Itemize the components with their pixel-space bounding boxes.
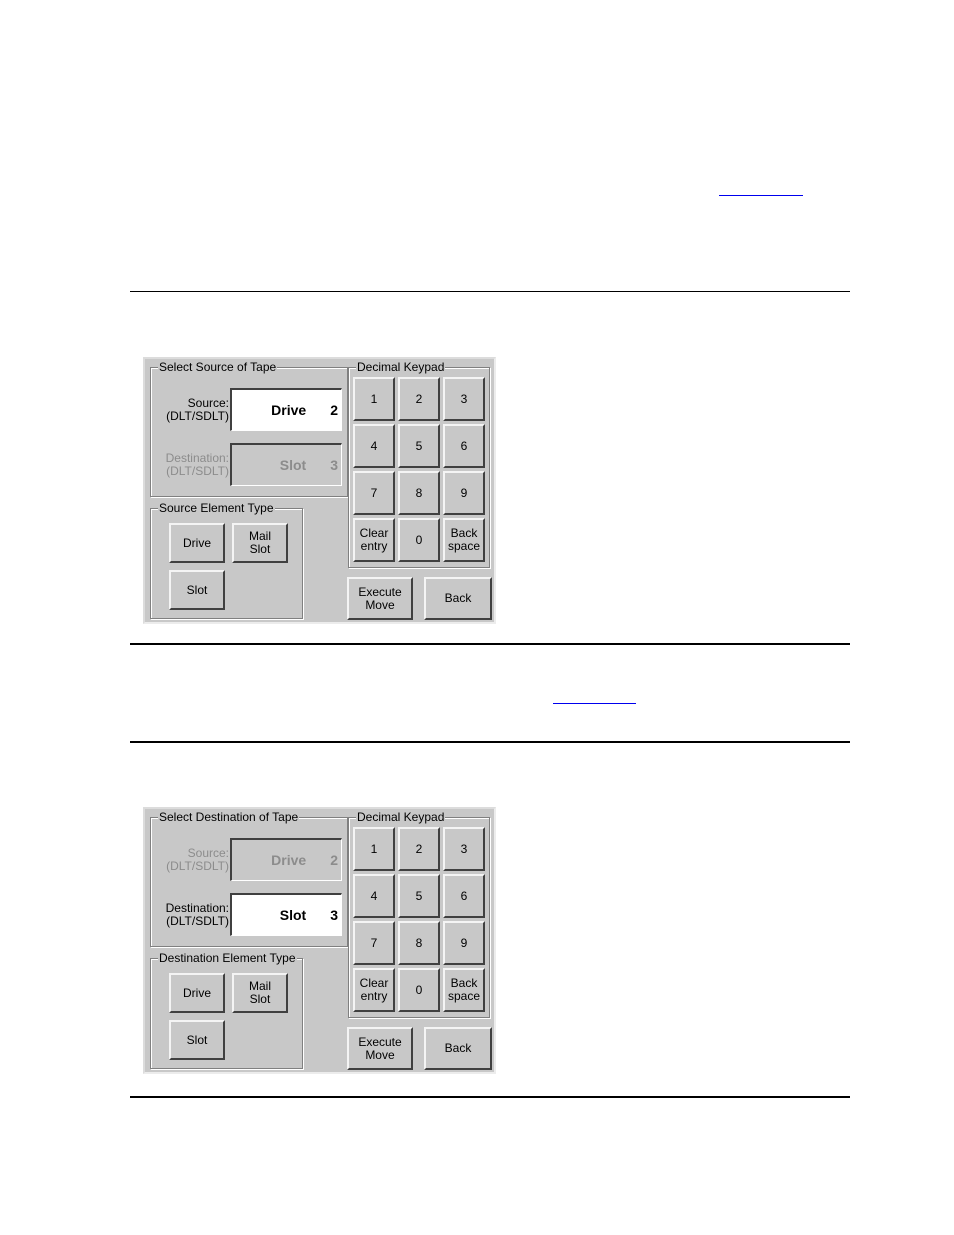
- backspace-button[interactable]: Back space: [443, 968, 485, 1012]
- key-3[interactable]: 3: [443, 827, 485, 871]
- element-type-group: Source Element Type Drive Mail Slot Slot: [150, 501, 303, 619]
- slot-button[interactable]: Slot: [169, 570, 225, 610]
- source-element-number: 2: [330, 402, 338, 418]
- source-field[interactable]: Drive 2: [230, 838, 342, 881]
- decimal-keypad-group: Decimal Keypad 1 2 3 4 5 6 7 8 9 Clear entry 0 Back…: [348, 810, 490, 1018]
- decimal-keypad-title: Decimal Keypad: [356, 360, 446, 374]
- key-7[interactable]: 7: [353, 471, 395, 515]
- key-4[interactable]: 4: [353, 424, 395, 468]
- key-8[interactable]: 8: [398, 471, 440, 515]
- source-element-number: 2: [330, 852, 338, 868]
- hyperlink[interactable]: [719, 182, 803, 196]
- mail-slot-button[interactable]: Mail Slot: [232, 973, 288, 1013]
- key-6[interactable]: 6: [443, 424, 485, 468]
- key-5[interactable]: 5: [398, 874, 440, 918]
- key-2[interactable]: 2: [398, 827, 440, 871]
- select-tape-group-title: Select Destination of Tape: [158, 810, 300, 824]
- key-0[interactable]: 0: [398, 518, 440, 562]
- key-0[interactable]: 0: [398, 968, 440, 1012]
- source-label: Source: (DLT/SDLT): [166, 846, 229, 873]
- key-7[interactable]: 7: [353, 921, 395, 965]
- destination-element-number: 3: [330, 457, 338, 473]
- clear-entry-button[interactable]: Clear entry: [353, 968, 395, 1012]
- horizontal-rule: [130, 741, 850, 743]
- key-9[interactable]: 9: [443, 471, 485, 515]
- drive-button[interactable]: Drive: [169, 523, 225, 563]
- key-1[interactable]: 1: [353, 377, 395, 421]
- decimal-keypad-group: Decimal Keypad 1 2 3 4 5 6 7 8 9 Clear entry 0 Back…: [348, 360, 490, 568]
- horizontal-rule: [130, 643, 850, 645]
- key-1[interactable]: 1: [353, 827, 395, 871]
- source-element-name: Drive: [271, 852, 307, 868]
- select-source-panel: Select Source of Tape Source: (DLT/SDLT)…: [143, 357, 496, 624]
- execute-move-button[interactable]: Execute Move: [347, 1027, 413, 1070]
- element-type-group-title: Source Element Type: [158, 501, 275, 515]
- decimal-keypad-title: Decimal Keypad: [356, 810, 446, 824]
- back-button[interactable]: Back: [424, 1027, 492, 1070]
- key-8[interactable]: 8: [398, 921, 440, 965]
- drive-button[interactable]: Drive: [169, 973, 225, 1013]
- key-4[interactable]: 4: [353, 874, 395, 918]
- key-5[interactable]: 5: [398, 424, 440, 468]
- destination-label: Destination: (DLT/SDLT): [165, 451, 229, 478]
- key-2[interactable]: 2: [398, 377, 440, 421]
- select-tape-group-title: Select Source of Tape: [158, 360, 278, 374]
- clear-entry-button[interactable]: Clear entry: [353, 518, 395, 562]
- destination-element-number: 3: [330, 907, 338, 923]
- select-destination-panel: Select Destination of Tape Source: (DLT/…: [143, 807, 496, 1074]
- execute-move-button[interactable]: Execute Move: [347, 577, 413, 620]
- key-9[interactable]: 9: [443, 921, 485, 965]
- destination-field[interactable]: Slot 3: [230, 443, 342, 486]
- horizontal-rule: [130, 291, 850, 292]
- destination-element-name: Slot: [279, 457, 307, 473]
- source-field[interactable]: Drive 2: [230, 388, 342, 431]
- destination-label: Destination: (DLT/SDLT): [165, 901, 229, 928]
- select-tape-group: Select Destination of Tape Source: (DLT/…: [150, 810, 348, 947]
- hyperlink[interactable]: [553, 690, 636, 704]
- destination-element-name: Slot: [279, 907, 307, 923]
- select-tape-group: Select Source of Tape Source: (DLT/SDLT)…: [150, 360, 348, 497]
- source-element-name: Drive: [271, 402, 307, 418]
- element-type-group: Destination Element Type Drive Mail Slot…: [150, 951, 303, 1069]
- key-3[interactable]: 3: [443, 377, 485, 421]
- element-type-group-title: Destination Element Type: [158, 951, 297, 965]
- mail-slot-button[interactable]: Mail Slot: [232, 523, 288, 563]
- back-button[interactable]: Back: [424, 577, 492, 620]
- horizontal-rule: [130, 1096, 850, 1098]
- key-6[interactable]: 6: [443, 874, 485, 918]
- source-label: Source: (DLT/SDLT): [166, 396, 229, 423]
- slot-button[interactable]: Slot: [169, 1020, 225, 1060]
- backspace-button[interactable]: Back space: [443, 518, 485, 562]
- destination-field[interactable]: Slot 3: [230, 893, 342, 936]
